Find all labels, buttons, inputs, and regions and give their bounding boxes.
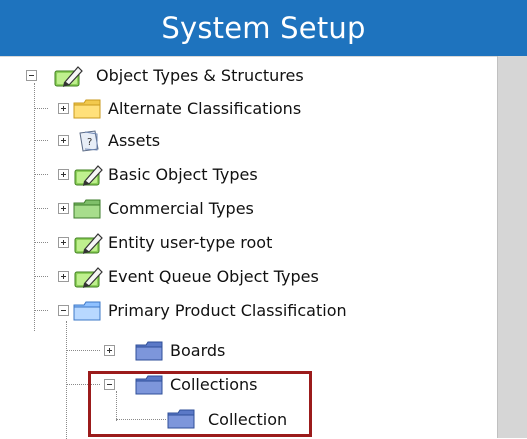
- tree-line: [66, 350, 100, 351]
- object-types-pencil-icon: [74, 165, 103, 186]
- tree-item-label: Object Types & Structures: [96, 66, 304, 85]
- green-folder-icon: [73, 199, 101, 219]
- tree-item-basic-object-types[interactable]: Basic Object Types: [34, 161, 496, 189]
- tree-item-label: Entity user-type root: [108, 233, 273, 252]
- selection-highlight-box: [88, 371, 312, 437]
- tree-item-assets[interactable]: ? Assets: [34, 127, 496, 155]
- tree-line: [34, 140, 48, 141]
- tree-item-commercial-types[interactable]: Commercial Types: [34, 195, 496, 223]
- tree-item-primary-product-classification[interactable]: Primary Product Classification: [34, 297, 496, 325]
- tree-line: [34, 83, 35, 331]
- expand-icon[interactable]: [58, 271, 69, 282]
- tree-item-label: Alternate Classifications: [108, 99, 302, 118]
- expand-icon[interactable]: [58, 135, 69, 146]
- expand-icon[interactable]: [58, 237, 69, 248]
- collapse-icon[interactable]: [58, 305, 69, 316]
- dark-blue-folder-icon: [135, 341, 163, 361]
- svg-text:?: ?: [87, 137, 92, 148]
- blue-folder-icon: [73, 301, 101, 321]
- object-types-pencil-icon: [74, 267, 103, 288]
- tree-line: [34, 276, 48, 277]
- tree-item-label: Commercial Types: [108, 199, 254, 218]
- tree-line: [34, 208, 48, 209]
- tree-item-object-types-structures[interactable]: Object Types & Structures: [26, 62, 496, 90]
- system-setup-panel: System Setup Object Types & Structures A…: [0, 0, 527, 439]
- collapse-icon[interactable]: [26, 70, 37, 81]
- tree-item-alternate-classifications[interactable]: Alternate Classifications: [34, 95, 496, 123]
- yellow-folder-icon: [73, 99, 101, 119]
- tree-line: [66, 321, 67, 439]
- tree-item-label: Boards: [170, 341, 226, 360]
- panel-title: System Setup: [161, 11, 366, 45]
- tree-item-label: Primary Product Classification: [108, 301, 347, 320]
- expand-icon[interactable]: [58, 169, 69, 180]
- expand-icon[interactable]: [104, 345, 115, 356]
- expand-icon[interactable]: [58, 103, 69, 114]
- object-types-pencil-icon: [74, 233, 103, 254]
- tree-item-event-queue-object-types[interactable]: Event Queue Object Types: [34, 263, 496, 291]
- tree-item-label: Event Queue Object Types: [108, 267, 319, 286]
- tree-item-label: Assets: [108, 131, 161, 150]
- tree-item-boards[interactable]: Boards: [66, 337, 496, 365]
- vertical-scrollbar[interactable]: [497, 56, 527, 438]
- tree-line: [34, 242, 48, 243]
- tree-item-label: Basic Object Types: [108, 165, 258, 184]
- asset-question-icon: ?: [79, 130, 99, 152]
- expand-icon[interactable]: [58, 203, 69, 214]
- tree-view[interactable]: Object Types & Structures Alternate Clas…: [0, 56, 497, 439]
- tree-line: [34, 174, 48, 175]
- tree-line: [34, 108, 48, 109]
- tree-line: [34, 310, 48, 311]
- panel-title-bar: System Setup: [0, 0, 527, 56]
- tree-item-entity-user-type-root[interactable]: Entity user-type root: [34, 229, 496, 257]
- object-types-pencil-icon: [54, 66, 83, 87]
